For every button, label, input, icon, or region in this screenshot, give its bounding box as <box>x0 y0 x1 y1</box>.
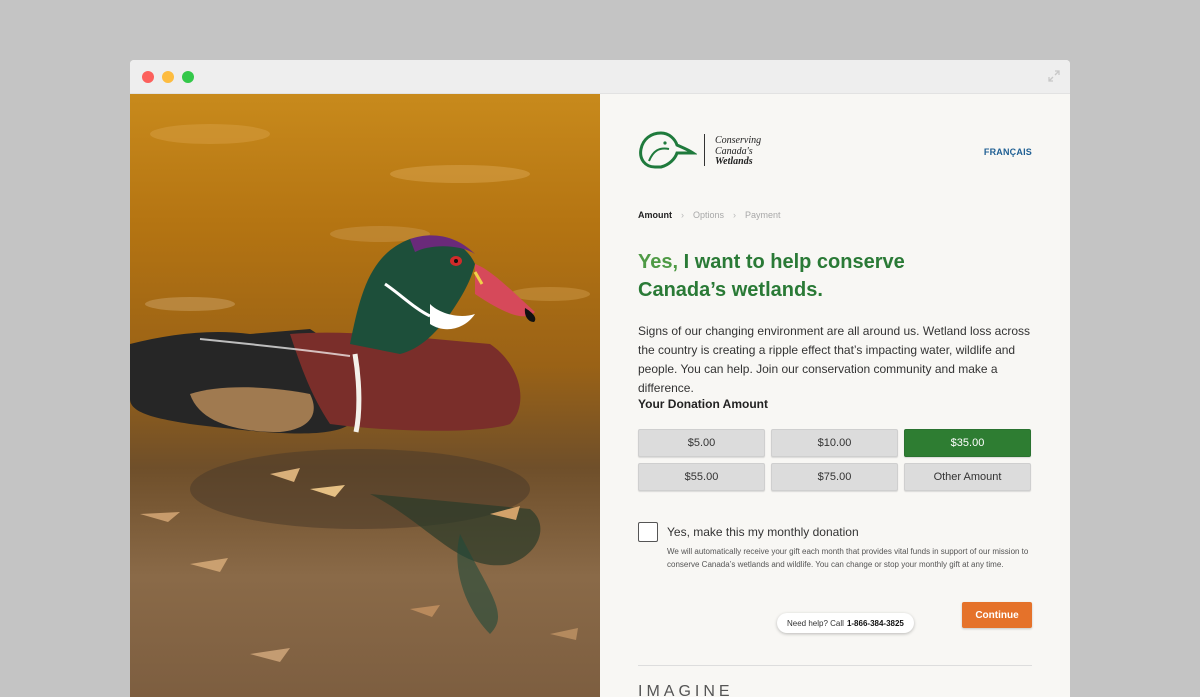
monthly-donation-checkbox[interactable] <box>638 522 658 542</box>
intro-description: Signs of our changing environment are al… <box>638 324 1030 395</box>
imagine-logo-text: IMAGINE <box>638 683 734 697</box>
amount-button-35[interactable]: $35.00 <box>904 429 1031 457</box>
wood-duck-photo <box>130 94 600 697</box>
logo-divider <box>704 134 705 166</box>
fullscreen-icon[interactable] <box>1048 70 1060 82</box>
maximize-window-icon[interactable] <box>182 71 194 83</box>
help-prefix: Need help? Call <box>787 618 844 628</box>
step-options: Options <box>693 210 725 220</box>
monthly-donation-label[interactable]: Yes, make this my monthly donation <box>667 525 859 539</box>
donation-amount-label: Your Donation Amount <box>638 397 768 411</box>
amount-button-10[interactable]: $10.00 <box>771 429 898 457</box>
duck-head-icon <box>639 131 698 169</box>
browser-window: Conserving Canada's Wetlands FRANÇAIS Am… <box>130 60 1070 697</box>
minimize-window-icon[interactable] <box>162 71 174 83</box>
step-payment: Payment <box>745 210 781 220</box>
chevron-right-icon: › <box>733 210 737 220</box>
help-phone-number[interactable]: 1-866-384-3825 <box>847 619 904 628</box>
headline-yes: Yes, <box>638 251 679 273</box>
window-titlebar <box>130 60 1070 94</box>
other-amount-button[interactable]: Other Amount <box>904 463 1031 491</box>
ducks-unlimited-logo[interactable]: Conserving Canada's Wetlands <box>637 131 777 171</box>
logo-tagline: Conserving Canada's Wetlands <box>715 135 762 167</box>
continue-button[interactable]: Continue <box>962 602 1032 628</box>
amount-button-55[interactable]: $55.00 <box>638 463 765 491</box>
step-breadcrumb: Amount › Options › Payment <box>638 210 781 220</box>
page-headline: Yes, I want to help conserve Canada’s we… <box>638 251 905 301</box>
amount-button-5[interactable]: $5.00 <box>638 429 765 457</box>
language-toggle-link[interactable]: FRANÇAIS <box>984 147 1032 157</box>
amount-options: $5.00 $10.00 $35.00 $55.00 $75.00 Other … <box>638 429 1032 491</box>
help-callout[interactable]: Need help? Call 1-866-384-3825 <box>777 613 914 633</box>
close-window-icon[interactable] <box>142 71 154 83</box>
step-amount: Amount <box>638 210 672 220</box>
footer-divider <box>638 665 1032 666</box>
amount-button-75[interactable]: $75.00 <box>771 463 898 491</box>
chevron-right-icon: › <box>681 210 684 220</box>
monthly-donation-note: We will automatically receive your gift … <box>667 547 1029 569</box>
donation-panel: Conserving Canada's Wetlands FRANÇAIS Am… <box>600 94 1070 697</box>
imagine-canada-logo: IMAGINE <box>638 683 734 697</box>
